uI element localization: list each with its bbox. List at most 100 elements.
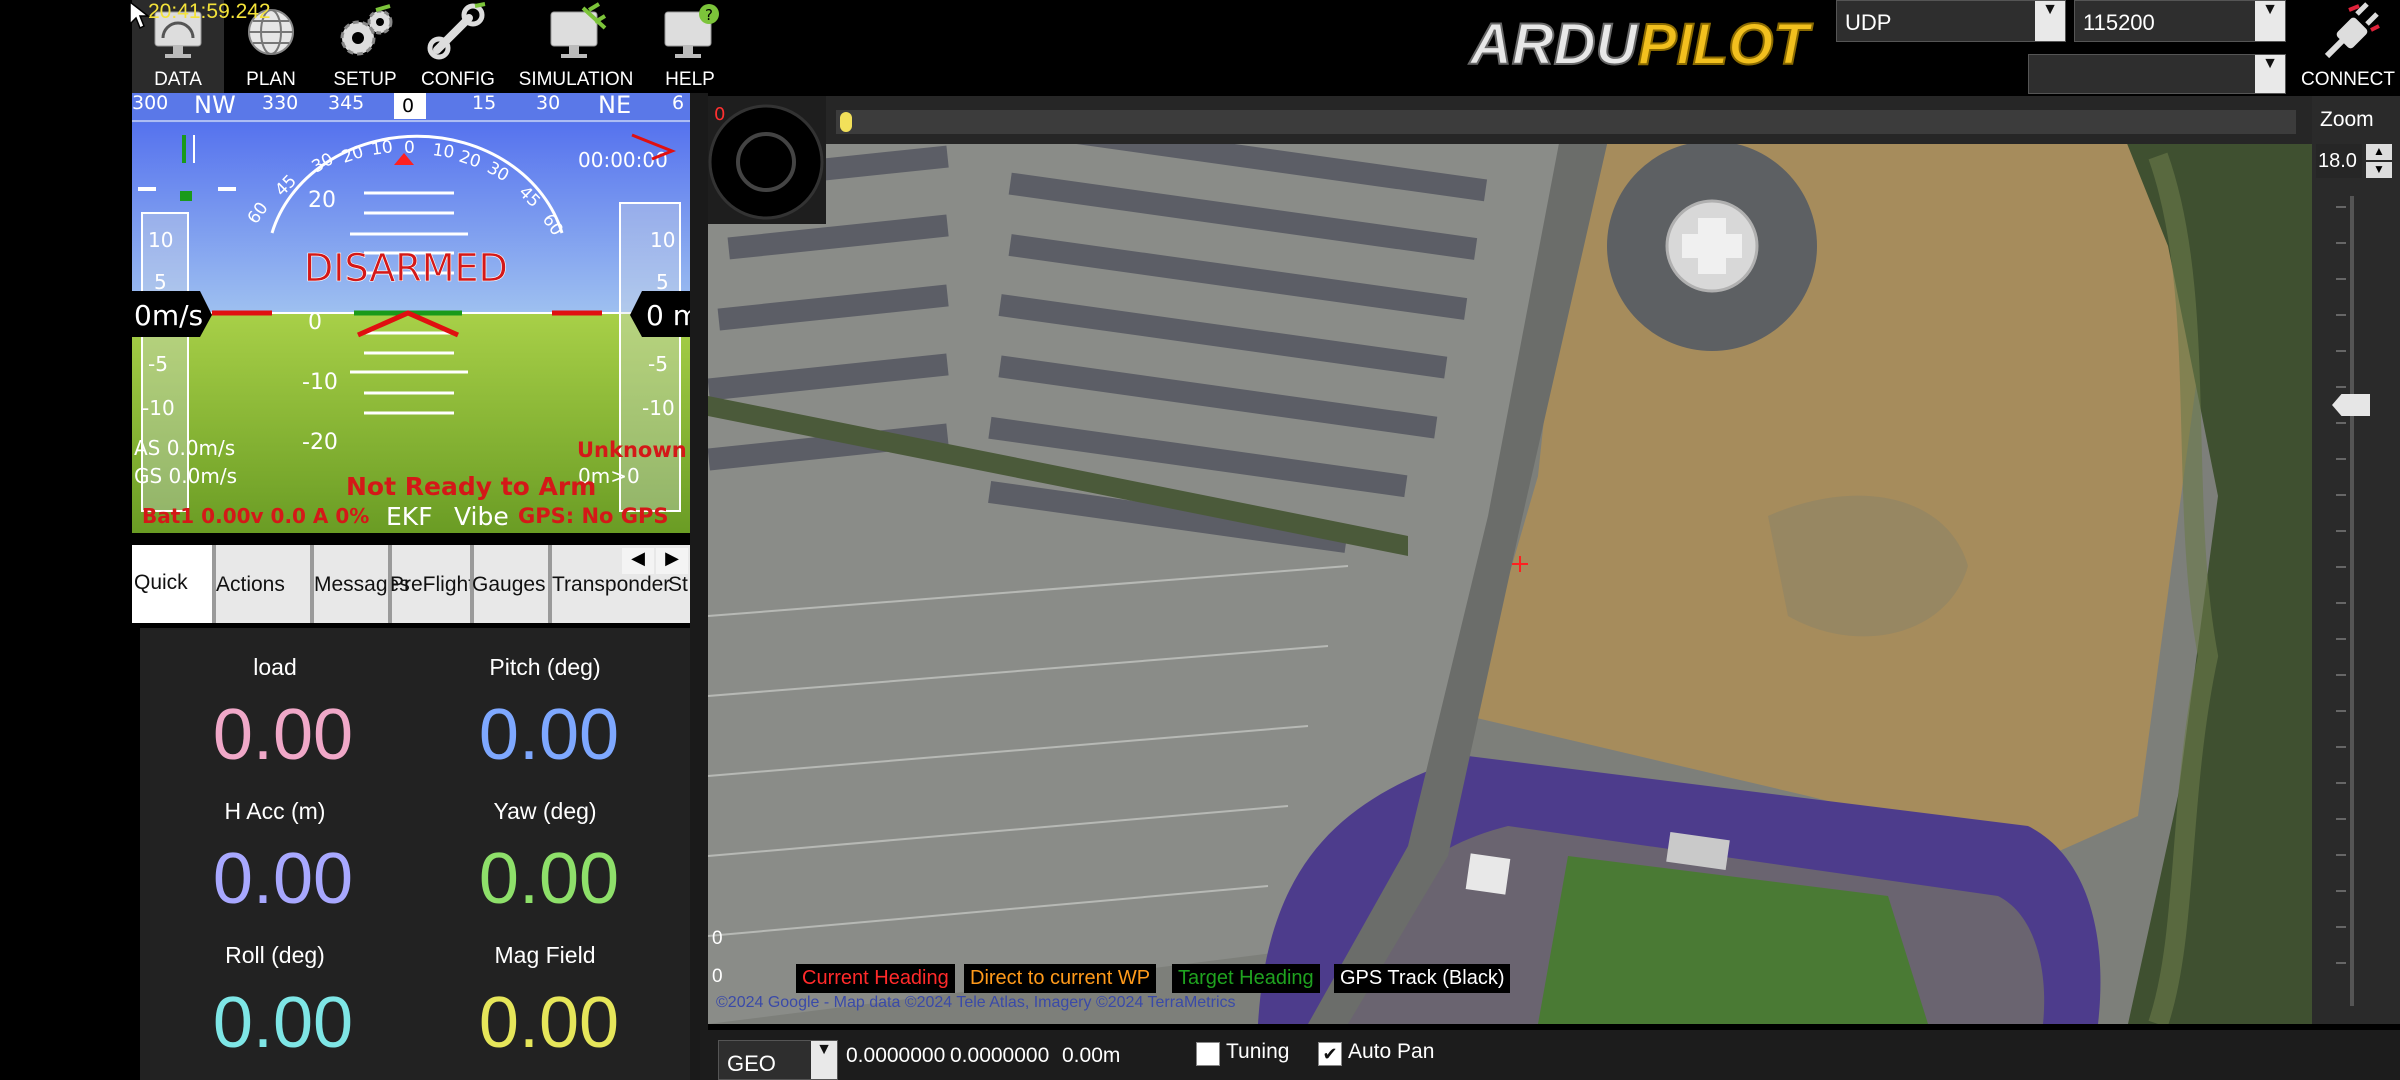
zoom-down-icon[interactable]: ▼ [2366,162,2392,178]
coord-system-value: GEO [727,1051,776,1076]
heading-tick-345: 345 [328,93,364,114]
gears-icon [340,4,393,56]
tab-actions-label: Actions [216,573,285,596]
svg-text:ARDU: ARDU [1468,12,1640,77]
satellite-imagery [708,96,2312,1024]
zoom-up-icon[interactable]: ▲ [2366,144,2392,160]
altitude-value: 0.00m [1062,1044,1121,1067]
progress-thumb[interactable] [840,112,852,132]
tuning-checkbox[interactable] [1196,1042,1220,1066]
tab-quick-label: Quick [134,571,188,594]
speed-scale-tick: -10 [142,396,175,420]
quick-value-yaw[interactable]: 0.00 [414,838,684,920]
flight-timer: 00:00:00 [578,148,668,172]
monitor-plane-icon [550,2,607,58]
legend-current-heading: Current Heading [796,964,955,993]
map-side-mark: 0 [712,928,723,949]
quick-value-magfield[interactable]: 0.00 [414,982,684,1064]
pitch-label-neg10: -10 [302,370,338,395]
roll-tick: 10 [370,137,394,160]
tab-transponder[interactable]: Transponder [552,573,672,609]
legend-direct-wp: Direct to current WP [964,964,1157,993]
playback-progress-bar: 0 [708,96,2312,144]
baud-select[interactable]: 115200 ▼ [2074,0,2286,42]
alt-scale-tick: -10 [642,396,675,420]
vibe-indicator[interactable]: Vibe [454,502,509,531]
hud-display[interactable]: 300 NW 330 345 0 15 30 NE 6 60 45 30 20 … [132,93,690,533]
compass-zero-label: 0 [714,104,725,125]
simulation-tab-button[interactable]: SIMULATION [510,0,642,95]
battery-text: Bat1 0.00v 0.0 A 0% [142,504,369,528]
chevron-down-icon: ▼ [2255,1,2285,41]
ekf-indicator[interactable]: EKF [386,502,433,531]
connect-button[interactable]: CONNECT [2296,0,2400,95]
legend-target-heading: Target Heading [1172,964,1320,993]
speed-readout: 0m/s [134,299,203,332]
connect-label: CONNECT [2301,69,2395,90]
data-tab-label: DATA [154,69,202,90]
port-select-value: UDP [1845,10,1892,35]
pitch-label-0: 0 [308,310,322,335]
coord-system-select[interactable]: GEO ▼ [718,1040,838,1080]
alt-scale-tick: -5 [648,352,668,376]
secondary-select[interactable]: ▼ [2028,54,2286,94]
tab-scroll-buttons: ◀ ▶ [622,548,688,574]
quick-label-roll: Roll (deg) [225,942,325,968]
heading-tick-330: 330 [262,93,298,114]
quick-value-roll[interactable]: 0.00 [148,982,418,1064]
tab-gauges[interactable]: Gauges [472,573,552,609]
quick-value-load[interactable]: 0.00 [148,694,418,776]
arm-status-text: Not Ready to Arm [346,472,596,501]
quick-value-hacc[interactable]: 0.00 [148,838,418,920]
svg-text:?: ? [705,6,713,24]
zoom-slider-ticks [2336,206,2346,996]
simulation-tab-label: SIMULATION [518,69,634,90]
tab-scroll-left-icon[interactable]: ◀ [622,548,654,574]
config-tab-button[interactable]: CONFIG [414,0,502,95]
action-tabs: Quick Actions Messages PreFlight Gauges … [132,545,690,623]
heading-tick-0: 0 [402,95,414,117]
chevron-down-icon: ▼ [2035,1,2065,41]
map-view[interactable] [708,96,2312,1024]
quick-label-load: load [253,654,297,680]
zoom-slider-track[interactable] [2350,196,2354,1006]
progress-track[interactable] [836,110,2296,134]
setup-tab-label: SETUP [333,69,397,90]
heading-tick-30: 30 [536,93,560,114]
chevron-down-icon: ▼ [2255,55,2285,93]
quick-label-magfield: Mag Field [494,942,596,968]
heading-tick-300: 300 [132,93,168,114]
speed-scale-tick: 10 [148,228,173,252]
help-tab-label: HELP [665,69,715,90]
heading-tick-6: 6 [672,93,684,114]
tab-status[interactable]: St [668,573,690,609]
tab-actions[interactable]: Actions [216,573,310,609]
quick-panel: load 0.00 Pitch (deg) 0.00 H Acc (m) 0.0… [140,628,690,1080]
plan-tab-label: PLAN [246,69,296,90]
tab-preflight-label: PreFlight [390,573,475,596]
tab-quick[interactable]: Quick [132,545,212,623]
compass-widget: 0 [708,96,826,224]
tab-status-label: St [668,573,688,596]
autopan-checkbox[interactable]: ✔ [1318,1042,1342,1066]
tab-gauges-label: Gauges [472,573,546,596]
armed-status: DISARMED [304,246,508,290]
tab-scroll-right-icon[interactable]: ▶ [656,548,688,574]
baud-select-value: 115200 [2083,10,2155,35]
quick-value-pitch[interactable]: 0.00 [414,694,684,776]
port-select[interactable]: UDP ▼ [1836,0,2066,42]
zoom-value: 18.0 [2318,150,2357,172]
setup-tab-button[interactable]: SETUP [320,0,410,95]
map-status-bar: GEO ▼ 0.0000000 0.0000000 0.00m Tuning ✔… [700,1030,2400,1080]
legend-gps-track: GPS Track (Black) [1334,964,1511,993]
top-toolbar: DATA PLAN SETUP CONFIG SIMULATION ? HELP… [0,0,2400,95]
panel-splitter[interactable] [690,93,708,1080]
latitude-value: 0.0000000 [846,1044,946,1067]
speed-scale-tick: -5 [148,352,168,376]
zoom-value-field[interactable]: 18.0 [2316,144,2362,178]
alt-scale-tick: 5 [656,270,669,294]
help-tab-button[interactable]: ? HELP [646,0,734,95]
altitude-readout: 0 m [646,299,690,332]
heading-tick-nw: NW [194,93,236,119]
quick-label-yaw: Yaw (deg) [493,798,597,824]
